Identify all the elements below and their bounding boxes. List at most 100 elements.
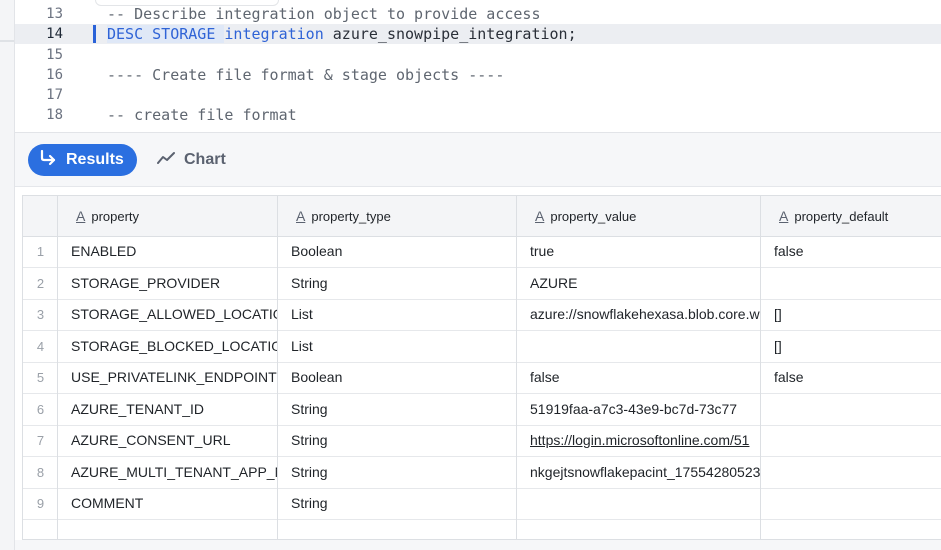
table-row[interactable]: 8 AZURE_MULTI_TENANT_APP_NAME String nkgejt…	[23, 457, 941, 489]
cell-property-value[interactable]: 51919faa-a7c3-43e9-bc7d-73c77	[517, 394, 761, 425]
code-line[interactable]: 17	[15, 85, 941, 105]
cell-text: AZURE_MULTI_TENANT_APP_NAME	[71, 463, 278, 480]
cell-text: Boolean	[291, 369, 343, 385]
cell-property-value[interactable]: nkgejtsnowflakepacint_17554280523	[517, 457, 761, 488]
code-line[interactable]: 16 ---- Create file format & stage object…	[15, 65, 941, 85]
line-number: 17	[46, 87, 63, 103]
cell-property-type[interactable]: String	[278, 488, 517, 519]
text-type-icon: A	[535, 208, 545, 224]
column-header-label: property_value	[550, 208, 637, 224]
code-line[interactable]: 15	[15, 45, 941, 65]
bottom-scroll-area[interactable]	[15, 540, 941, 550]
column-header-property-type[interactable]: Aproperty_type	[278, 196, 517, 236]
column-header-property-value[interactable]: Aproperty_value	[517, 196, 761, 236]
cell-property[interactable]: STORAGE_BLOCKED_LOCATIONS	[58, 331, 278, 362]
chart-tab-button[interactable]: Chart	[157, 144, 226, 176]
column-header-label: property	[91, 208, 140, 224]
column-header-label: property_type	[311, 208, 391, 224]
cell-text: AZURE_CONSENT_URL	[71, 432, 231, 448]
table-row[interactable]	[23, 520, 941, 540]
line-chart-icon	[157, 151, 175, 170]
cell-property[interactable]: STORAGE_PROVIDER	[58, 268, 278, 299]
cell-property-value[interactable]: azure://snowflakehexasa.blob.core.window…	[517, 299, 761, 330]
table-row[interactable]: 4 STORAGE_BLOCKED_LOCATIONS List []	[23, 331, 941, 363]
table-row[interactable]: 1 ENABLED Boolean true false	[23, 236, 941, 268]
consent-url-link[interactable]: https://login.microsoftonline.com/51	[530, 432, 749, 448]
cell-property[interactable]: STORAGE_ALLOWED_LOCATIONS	[58, 299, 278, 330]
arrow-turn-right-icon	[39, 149, 57, 171]
row-number: 6	[36, 401, 45, 417]
cell-property-default[interactable]: false	[761, 236, 941, 267]
cell-text: String	[291, 432, 328, 448]
code-line[interactable]: 18 -- create file format	[15, 105, 941, 125]
cell-property[interactable]: USE_PRIVATELINK_ENDPOINT	[58, 362, 278, 393]
column-divider[interactable]	[277, 196, 278, 539]
code-token: ---- Create file format & stage objects …	[107, 66, 505, 84]
active-line-marker	[93, 25, 96, 43]
text-type-icon: A	[779, 208, 789, 224]
cell-property-default[interactable]: []	[761, 331, 941, 362]
cell-text: String	[291, 274, 328, 291]
cell-text: List	[291, 306, 313, 322]
results-tab-button[interactable]: Results	[28, 144, 137, 176]
column-divider[interactable]	[57, 196, 58, 539]
column-divider[interactable]	[760, 196, 761, 539]
table-row[interactable]: 9 COMMENT String	[23, 488, 941, 520]
cell-property-default[interactable]: false	[761, 362, 941, 393]
cell-text: 51919faa-a7c3-43e9-bc7d-73c77	[530, 400, 738, 417]
code-text: DESC STORAGE integration azure_snowpipe_…	[107, 24, 577, 44]
cell-property[interactable]: AZURE_MULTI_TENANT_APP_NAME	[58, 457, 278, 488]
column-header-property[interactable]: Aproperty	[58, 196, 278, 236]
line-number: 16	[46, 67, 63, 83]
cell-property-type[interactable]: List	[278, 299, 517, 330]
table-row[interactable]: 5 USE_PRIVATELINK_ENDPOINT Boolean false fal…	[23, 362, 941, 394]
cell-text: String	[291, 463, 328, 480]
cell-property-type[interactable]: String	[278, 268, 517, 299]
cell-property[interactable]: AZURE_TENANT_ID	[58, 394, 278, 425]
cell-property-value[interactable]: AZURE	[517, 268, 761, 299]
cell-property-type[interactable]: List	[278, 331, 517, 362]
cell-property-type[interactable]: Boolean	[278, 236, 517, 267]
cell-property[interactable]: COMMENT	[58, 488, 278, 519]
cell-text: false	[774, 369, 804, 385]
code-token: azure_snowpipe_integration;	[323, 25, 577, 43]
code-text: -- create file format	[107, 105, 297, 125]
row-number: 9	[36, 496, 45, 511]
code-token: -- Describe integration object to provid…	[107, 5, 541, 23]
cell-property[interactable]: ENABLED	[58, 236, 278, 267]
code-line[interactable]: 14 DESC STORAGE integration azure_snowpip…	[15, 24, 941, 44]
text-type-icon: A	[296, 208, 306, 224]
code-text: ---- Create file format & stage objects …	[107, 65, 504, 85]
cell-text: false	[774, 243, 804, 259]
table-row[interactable]: 2 STORAGE_PROVIDER String AZURE	[23, 268, 941, 300]
cell-text: AZURE	[530, 274, 578, 291]
column-divider[interactable]	[516, 196, 517, 539]
cell-text: String	[291, 400, 328, 417]
chart-tab-label: Chart	[184, 151, 226, 168]
code-token: DESC STORAGE	[107, 25, 225, 43]
table-row[interactable]: 6 AZURE_TENANT_ID String 51919faa-a7c3-43e9…	[23, 394, 941, 426]
text-type-icon: A	[76, 208, 86, 224]
cell-text: nkgejtsnowflakepacint_17554280523	[530, 463, 761, 480]
cell-property-value[interactable]: https://login.microsoftonline.com/51	[517, 425, 761, 456]
cell-property-type[interactable]: String	[278, 394, 517, 425]
cell-text: false	[530, 369, 560, 385]
cell-property-type[interactable]: String	[278, 457, 517, 488]
cell-text: Boolean	[291, 243, 343, 259]
cell-property-value[interactable]: true	[517, 236, 761, 267]
cell-property[interactable]: AZURE_CONSENT_URL	[58, 425, 278, 456]
cell-text: COMMENT	[71, 495, 144, 511]
table-row[interactable]: 7 AZURE_CONSENT_URL String https://login.mi…	[23, 425, 941, 457]
line-number: 15	[46, 47, 63, 63]
cell-property-default[interactable]: []	[761, 299, 941, 330]
code-line[interactable]: 13 -- Describe integration object to prov…	[15, 4, 941, 24]
code-token: integration	[224, 25, 324, 43]
cell-property-type[interactable]: Boolean	[278, 362, 517, 393]
cell-text: String	[291, 495, 328, 511]
cell-property-type[interactable]: String	[278, 425, 517, 456]
cell-property-value[interactable]: false	[517, 362, 761, 393]
sql-editor[interactable]: 13 -- Describe integration object to prov…	[15, 0, 941, 132]
table-row[interactable]: 3 STORAGE_ALLOWED_LOCATIONS List azure://sn…	[23, 299, 941, 331]
code-token: -- create file format	[107, 106, 297, 124]
column-header-property-default[interactable]: Aproperty_default	[761, 196, 941, 236]
